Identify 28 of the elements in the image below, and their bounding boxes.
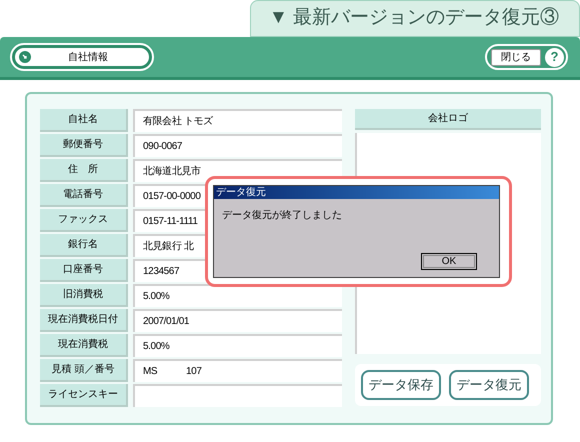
field-label: 現在消費税日付 bbox=[40, 309, 128, 332]
field-label: 銀行名 bbox=[40, 234, 128, 257]
action-button[interactable]: データ復元 bbox=[449, 370, 529, 400]
field-value: MS 107 bbox=[133, 359, 342, 382]
dialog-title: データ復元 bbox=[216, 188, 266, 198]
field-value: 有限会社 トモズ bbox=[133, 109, 342, 132]
banner-title: ▼ 最新バージョンのデータ復元③ bbox=[269, 6, 560, 30]
field-value: 2007/01/01 bbox=[133, 309, 342, 332]
action-button[interactable]: データ保存 bbox=[361, 370, 441, 400]
field-label: ライセンスキー bbox=[40, 384, 128, 407]
help-button[interactable]: ? bbox=[545, 48, 564, 66]
close-button[interactable]: 閉じる bbox=[491, 48, 541, 66]
field-label: 見積 頭／番号 bbox=[40, 359, 128, 382]
field-label: 現在消費税 bbox=[40, 334, 128, 357]
field-label: 住 所 bbox=[40, 159, 128, 182]
dialog-message: データ復元が終了しました bbox=[222, 209, 342, 223]
ok-button[interactable]: OK bbox=[421, 253, 477, 270]
field-value: 5.00% bbox=[133, 334, 342, 357]
field-label: 旧消費税 bbox=[40, 284, 128, 307]
field-label: 郵便番号 bbox=[40, 134, 128, 157]
field-value: 5.00% bbox=[133, 284, 342, 307]
field-label: 口座番号 bbox=[40, 259, 128, 282]
field-label: ファックス bbox=[40, 209, 128, 232]
field-value: 090-0067 bbox=[133, 134, 342, 157]
field-label: 自社名 bbox=[40, 109, 128, 132]
section-button[interactable]: 自社情報 bbox=[12, 45, 152, 69]
field-label: 電話番号 bbox=[40, 184, 128, 207]
logo-header: 会社ロゴ bbox=[355, 109, 541, 130]
